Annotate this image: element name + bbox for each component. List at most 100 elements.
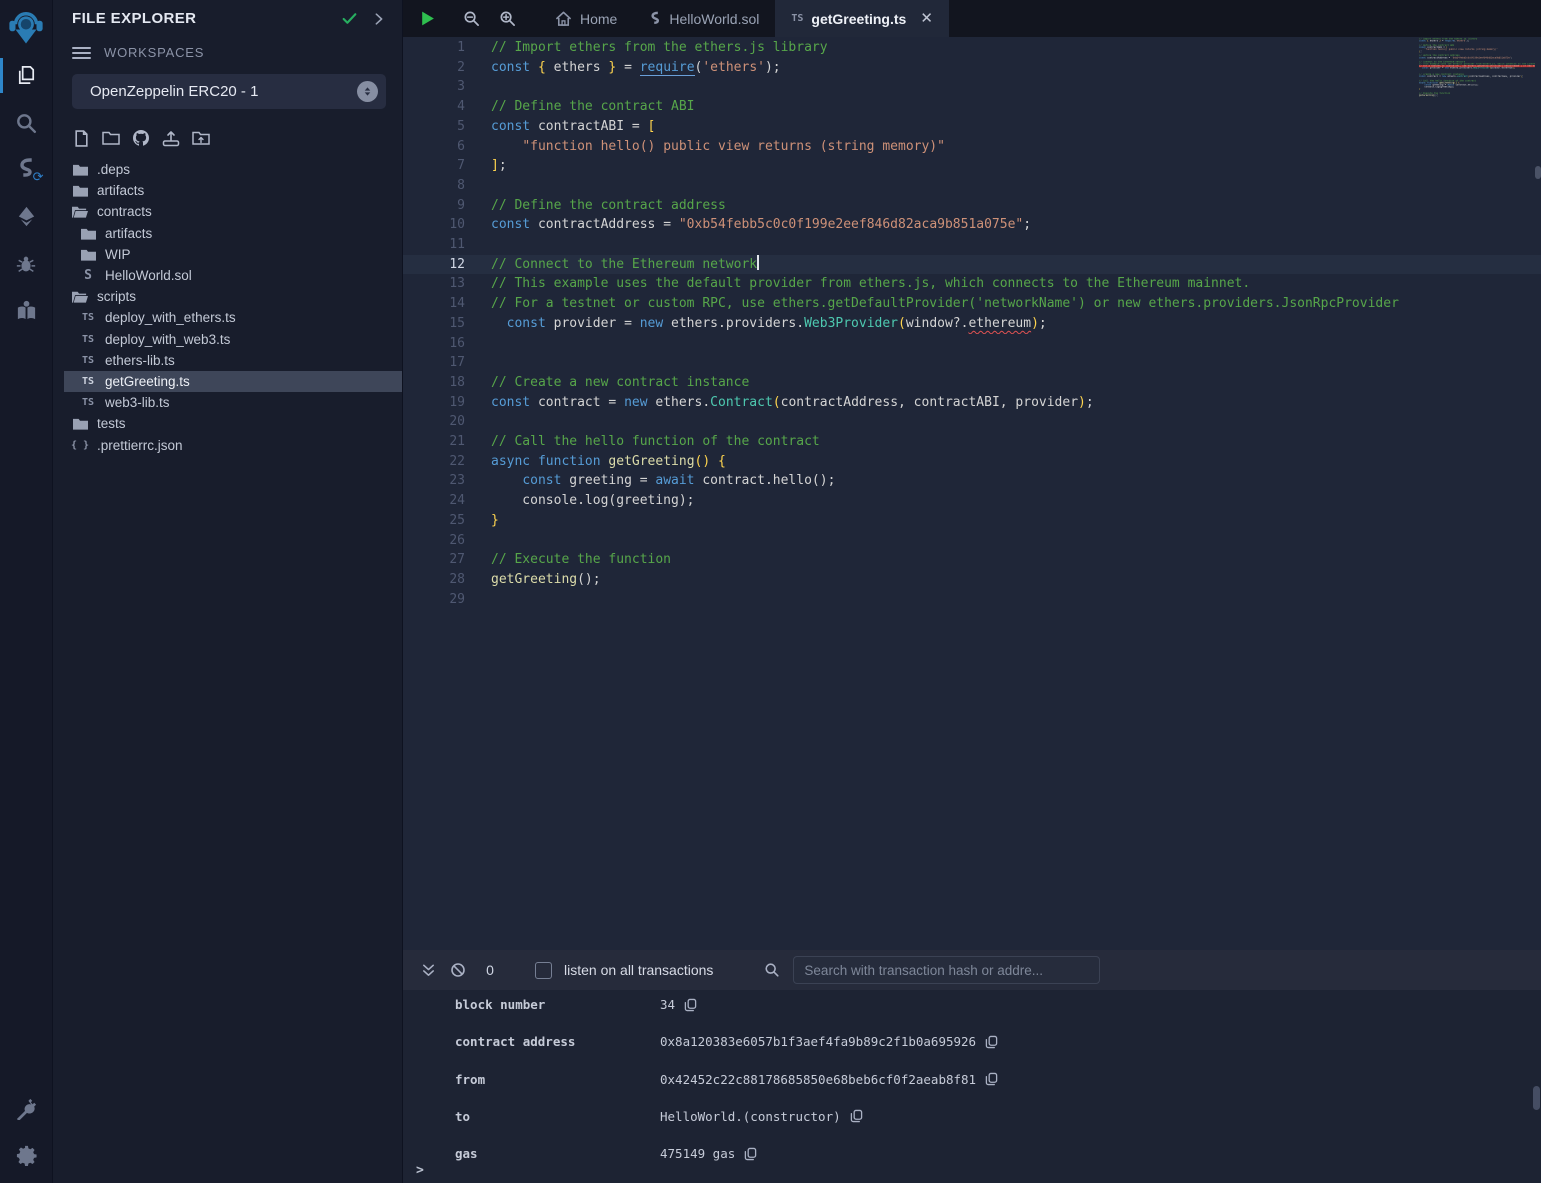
- line-content: // Import ethers from the ethers.js libr…: [491, 38, 1541, 58]
- home-icon: [555, 10, 572, 27]
- line-content: const { ethers } = require('ethers');: [491, 58, 1541, 78]
- file-tree-item[interactable]: TSethers-lib.ts: [53, 350, 402, 371]
- line-content: const contractAddress = "0xb54febb5c0c0f…: [491, 215, 1541, 235]
- deploy-run-icon[interactable]: [0, 193, 53, 240]
- remix-logo-icon[interactable]: [0, 0, 53, 52]
- folder-open-icon: [72, 290, 88, 303]
- file-explorer-icon[interactable]: [0, 52, 53, 99]
- line-number: 12: [403, 255, 491, 275]
- plugin-manager-icon[interactable]: [0, 1085, 53, 1132]
- code-line: 1// Import ethers from the ethers.js lib…: [403, 38, 1541, 58]
- copy-icon[interactable]: [684, 998, 697, 1012]
- run-script-button[interactable]: [409, 0, 445, 37]
- copy-icon[interactable]: [985, 1072, 998, 1086]
- file-tree-item[interactable]: .deps: [53, 159, 402, 180]
- line-number: 13: [403, 274, 491, 294]
- file-tree-item[interactable]: scripts: [53, 286, 402, 307]
- file-name: deploy_with_web3.ts: [105, 332, 230, 347]
- upload-file-icon[interactable]: [162, 129, 180, 147]
- code-line: 18// Create a new contract instance: [403, 373, 1541, 393]
- updown-icon: [357, 81, 378, 102]
- tab-label: Home: [580, 11, 617, 27]
- line-number: 21: [403, 432, 491, 452]
- file-explorer-toolbar: [53, 109, 402, 157]
- line-content: // Connect to the Ethereum network: [491, 255, 1541, 275]
- code-line: 10const contractAddress = "0xb54febb5c0c…: [403, 215, 1541, 235]
- line-number: 28: [403, 570, 491, 590]
- main-area: HomeHelloWorld.solTSgetGreeting.ts✕ 1// …: [403, 0, 1541, 1183]
- minimap[interactable]: // Import ethers from the ethers.js libr…: [1419, 37, 1535, 157]
- file-tree-item[interactable]: artifacts: [53, 223, 402, 244]
- debugger-icon[interactable]: [0, 240, 53, 287]
- collapse-terminal-icon[interactable]: [413, 963, 443, 978]
- file-tree-item[interactable]: tests: [53, 413, 402, 434]
- settings-icon[interactable]: [0, 1132, 53, 1179]
- zoom-in-icon[interactable]: [489, 0, 525, 37]
- file-tree-item[interactable]: TSdeploy_with_ethers.ts: [53, 307, 402, 328]
- code-line: 13// This example uses the default provi…: [403, 274, 1541, 294]
- typescript-icon: TS: [791, 13, 803, 24]
- code-editor[interactable]: 1// Import ethers from the ethers.js lib…: [403, 37, 1541, 950]
- file-tree-item[interactable]: TSgetGreeting.ts: [64, 371, 402, 392]
- copy-icon[interactable]: [985, 1035, 998, 1049]
- line-number: 14: [403, 294, 491, 314]
- code-line: 15 const provider = new ethers.providers…: [403, 314, 1541, 334]
- listen-transactions-label: listen on all transactions: [564, 962, 713, 978]
- line-content: // Define the contract ABI: [491, 97, 1541, 117]
- workspace-select[interactable]: OpenZeppelin ERC20 - 1: [72, 74, 386, 109]
- line-number: 15: [403, 314, 491, 334]
- workspaces-menu-icon[interactable]: [72, 47, 91, 59]
- file-tree-item[interactable]: artifacts: [53, 180, 402, 201]
- tab-home[interactable]: Home: [539, 0, 633, 37]
- new-file-icon[interactable]: [72, 129, 90, 147]
- close-tab-icon[interactable]: ✕: [920, 11, 933, 26]
- minimap-line: [1419, 96, 1535, 98]
- tab-label: getGreeting.ts: [811, 11, 906, 27]
- copy-icon[interactable]: [744, 1147, 757, 1161]
- line-number: 24: [403, 491, 491, 511]
- new-folder-icon[interactable]: [102, 129, 120, 147]
- clone-github-icon[interactable]: [132, 129, 150, 147]
- file-tree-item[interactable]: TS deploy_with_web3.ts: [53, 329, 402, 350]
- line-number: 1: [403, 38, 491, 58]
- detail-label: block number: [455, 997, 660, 1012]
- terminal-search-input[interactable]: [793, 956, 1100, 984]
- file-name: tests: [97, 416, 126, 431]
- file-tree-item[interactable]: SHelloWorld.sol: [53, 265, 402, 286]
- json-file-icon: { }: [72, 440, 88, 451]
- search-icon[interactable]: [0, 99, 53, 146]
- check-icon[interactable]: [341, 10, 358, 27]
- zoom-out-icon[interactable]: [453, 0, 489, 37]
- solidity-icon: [649, 11, 661, 27]
- tab-getgreeting-ts[interactable]: TS getGreeting.ts ✕: [775, 0, 949, 37]
- line-number: 9: [403, 196, 491, 216]
- tab-helloworld-sol[interactable]: HelloWorld.sol: [633, 0, 775, 37]
- ts-file-icon: TS: [80, 334, 96, 345]
- file-name: .deps: [97, 162, 130, 177]
- chevron-right-icon[interactable]: [372, 12, 386, 26]
- workspaces-label: WORKSPACES: [104, 45, 204, 60]
- copy-icon[interactable]: [850, 1109, 863, 1123]
- terminal-scrollbar-thumb[interactable]: [1533, 1086, 1540, 1110]
- file-tree-item[interactable]: TSweb3-lib.ts: [53, 392, 402, 413]
- file-tree-item[interactable]: { }.prettierrc.json: [53, 434, 402, 455]
- file-tree-item[interactable]: contracts: [53, 201, 402, 222]
- solidity-compiler-icon[interactable]: ⟳: [0, 146, 53, 193]
- code-line: 6 "function hello() public view returns …: [403, 137, 1541, 157]
- code-line: 29: [403, 590, 1541, 610]
- listen-transactions-checkbox[interactable]: [535, 962, 552, 979]
- detail-value-text: 475149 gas: [660, 1146, 735, 1161]
- detail-value: 0x42452c22c88178685850e68beb6cf0f2aeab8f…: [660, 1072, 998, 1087]
- line-content: const greeting = await contract.hello();: [491, 471, 1541, 491]
- upload-folder-icon[interactable]: [192, 129, 210, 147]
- file-tree-item[interactable]: WIP: [53, 244, 402, 265]
- terminal-prompt[interactable]: >: [416, 1163, 424, 1178]
- line-content: // Define the contract address: [491, 196, 1541, 216]
- editor-scrollbar-thumb[interactable]: [1535, 166, 1541, 179]
- clear-console-icon[interactable]: [443, 962, 473, 978]
- code-line: 7];: [403, 156, 1541, 176]
- learneth-icon[interactable]: [0, 287, 53, 334]
- text-cursor: [757, 255, 759, 270]
- line-number: 22: [403, 452, 491, 472]
- code-line: 23 const greeting = await contract.hello…: [403, 471, 1541, 491]
